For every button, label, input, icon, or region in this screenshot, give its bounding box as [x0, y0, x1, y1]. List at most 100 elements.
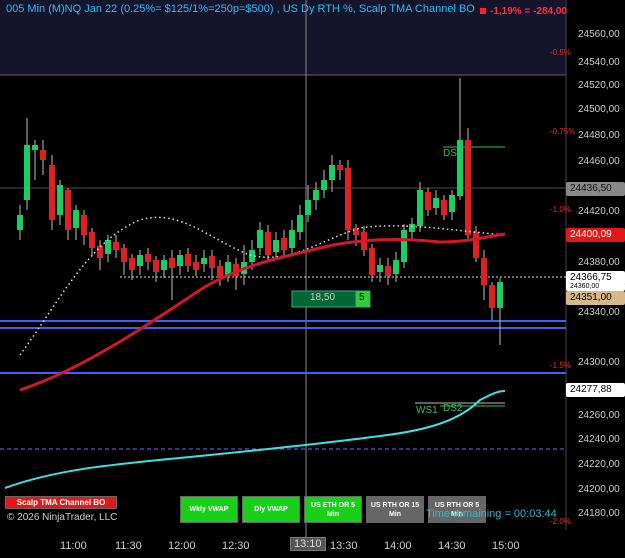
candle-body [265, 232, 271, 255]
candle-body [81, 215, 87, 235]
us-rth-or-15-button[interactable]: US RTH OR 15 Min [366, 496, 424, 523]
price-tick: 24460,00 [578, 156, 620, 167]
candle-body [345, 168, 351, 230]
time-tick: 12:30 [222, 540, 250, 552]
price-chart[interactable] [0, 0, 625, 558]
crosshair-time-badge: 13:10 [290, 537, 326, 551]
candle-body [97, 246, 103, 258]
pnl-indicator [480, 8, 486, 15]
candle-body [305, 200, 311, 215]
candle-body [473, 232, 479, 258]
candle-body [169, 258, 175, 268]
candle-body [273, 240, 279, 252]
copyright-text: © 2026 NinjaTrader, LLC [7, 512, 118, 523]
candle-body [209, 256, 215, 268]
pct-level: -1.5% [550, 361, 571, 370]
candle-body [217, 266, 223, 278]
wkly-vwap-button[interactable]: Wkly VWAP [180, 496, 238, 523]
price-tick: 24540,00 [578, 57, 620, 68]
candle-body [289, 230, 295, 248]
candle-body [32, 145, 38, 150]
ws1-label: WS1 [416, 405, 438, 416]
price-tick: 24260,00 [578, 410, 620, 421]
candle-body [49, 165, 55, 220]
candle-body [441, 200, 447, 215]
candle-body [465, 140, 471, 235]
pct-level: -0.5% [550, 48, 571, 57]
time-tick: 14:30 [438, 540, 466, 552]
candle-body [377, 265, 383, 272]
chart-title: 005 Min (M)NQ Jan 22 (0.25%= $125/1%=250… [6, 3, 475, 15]
candle-body [321, 180, 327, 190]
candle-body [489, 285, 495, 308]
candle-body [393, 260, 399, 274]
price-tick: 24520,00 [578, 80, 620, 91]
us-eth-or-button[interactable]: US ETH OR 5 Min [304, 496, 362, 523]
last-price-badge: 24351,00 [566, 291, 625, 305]
bar-timer: Time remaining = 00:03:44 [426, 508, 557, 520]
box-count: 5 [359, 292, 365, 303]
time-tick: 15:00 [492, 540, 520, 552]
candle-body [177, 255, 183, 266]
candle-body [369, 248, 375, 275]
candle-body [105, 240, 111, 254]
candle-body [481, 258, 487, 285]
candle-body [385, 266, 391, 276]
crosshair-price-badge: 24436,50 [566, 182, 625, 196]
candle-body [433, 198, 439, 208]
level-price-badge-2: 24360,00 [566, 283, 625, 291]
price-tick: 24300,00 [578, 357, 620, 368]
candle-body [257, 230, 263, 248]
candle-body [24, 145, 30, 200]
candle-body [89, 232, 95, 248]
candle-body [161, 260, 167, 270]
candle-body [65, 190, 71, 230]
price-tick: 24180,00 [578, 508, 620, 519]
scalp-tma-button[interactable]: Scalp TMA Channel BO [5, 496, 117, 509]
pnl-value: -1,19% = -284,00 [490, 6, 567, 17]
candle-body [417, 190, 423, 226]
price-tick: 24480,00 [578, 130, 620, 141]
candle-body [401, 230, 407, 262]
price-tick: 24200,00 [578, 484, 620, 495]
price-tick: 24500,00 [578, 104, 620, 115]
price-tick: 24340,00 [578, 307, 620, 318]
dly-vwap-button[interactable]: Dly VWAP [242, 496, 300, 523]
box-value: 18,50 [310, 292, 336, 303]
candle-body [113, 242, 119, 250]
candle-body [409, 224, 415, 232]
price-tick: 24560,00 [578, 29, 620, 40]
candle-body [193, 262, 199, 270]
candle-body [249, 250, 255, 262]
vwap-price-badge: 24277,88 [566, 383, 625, 397]
price-tick: 24220,00 [578, 459, 620, 470]
time-tick: 13:30 [330, 540, 358, 552]
candle-body [17, 215, 23, 230]
candle-body [201, 258, 207, 264]
time-tick: 11:30 [115, 540, 142, 552]
candle-body [121, 248, 127, 262]
candle-body [129, 258, 135, 270]
price-tick: 24380,00 [578, 257, 620, 268]
candles-group [17, 78, 503, 345]
time-tick: 14:00 [384, 540, 412, 552]
candle-body [73, 210, 79, 228]
candle-body [185, 254, 191, 266]
candle-body [297, 215, 303, 232]
pct-level: -1.0% [550, 205, 571, 214]
time-tick: 12:00 [168, 540, 196, 552]
candle-body [281, 238, 287, 250]
time-tick: 11:00 [60, 540, 87, 552]
tma-price-badge: 24400,09 [566, 228, 625, 242]
price-tick: 24420,00 [578, 206, 620, 217]
pct-level: -0.75% [550, 127, 576, 136]
ds1-label: DS1 [443, 148, 463, 159]
ds2-label: DS2 [443, 403, 463, 414]
candle-body [145, 254, 151, 262]
candle-body [329, 165, 335, 180]
candle-body [425, 192, 431, 210]
candle-body [137, 255, 143, 266]
price-tick: 24240,00 [578, 434, 620, 445]
candle-body [57, 185, 63, 215]
pnl-readout: -1,19% = -284,00 [480, 6, 567, 17]
